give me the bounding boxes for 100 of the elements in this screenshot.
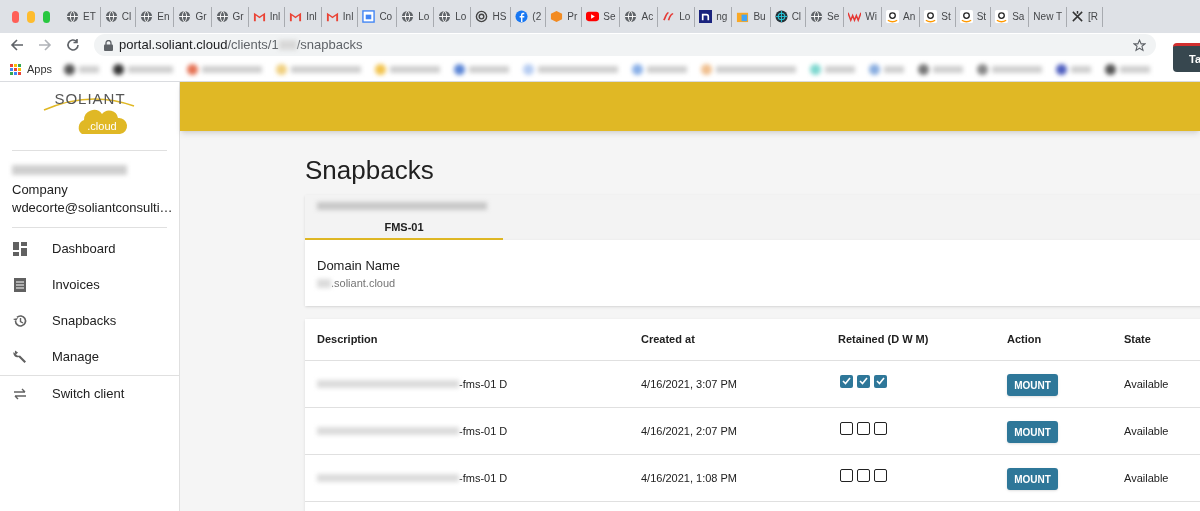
spiral-icon <box>475 10 489 23</box>
column-header: Created at <box>641 332 695 348</box>
blurred-bookmark[interactable] <box>1105 63 1151 75</box>
globe-icon <box>178 10 192 23</box>
column-header: Description <box>317 332 378 348</box>
cube-icon <box>550 10 564 23</box>
browser-tab[interactable]: Se <box>806 6 845 27</box>
browser-tab[interactable]: Pr <box>546 6 583 27</box>
retained-checkbox[interactable] <box>874 421 887 435</box>
history-icon <box>12 313 28 329</box>
close-window-icon[interactable] <box>12 10 20 23</box>
browser-tab[interactable]: Sa <box>991 6 1030 27</box>
description-cell-text: -fms-01 D <box>459 470 508 486</box>
blurred-text <box>278 40 297 50</box>
browser-tab[interactable]: New T <box>1029 6 1068 27</box>
retained-checkbox[interactable] <box>874 468 887 482</box>
facebook-icon <box>515 10 529 23</box>
browser-tab[interactable]: Inl <box>321 6 359 27</box>
dashboard-icon <box>12 241 28 257</box>
browser-tab[interactable]: ng <box>695 6 733 27</box>
url-text: portal.soliant.cloud <box>119 36 228 55</box>
blurred-text <box>317 278 331 288</box>
apps-bookmark[interactable]: Apps <box>10 60 53 78</box>
w-letter-icon <box>848 10 862 23</box>
column-header: State <box>1124 332 1151 348</box>
url-text: /snapbacks <box>296 36 363 55</box>
browser-tab[interactable]: Wi <box>844 6 882 27</box>
amazon-icon <box>924 10 938 23</box>
browser-tab[interactable]: Lo <box>397 6 435 27</box>
column-header: Retained (D W M) <box>838 332 929 348</box>
browser-tab[interactable]: Se <box>582 6 621 27</box>
retained-checkbox[interactable] <box>857 468 870 482</box>
globe-icon <box>810 10 824 23</box>
browser-tab[interactable]: Gr <box>174 6 212 27</box>
mount-button[interactable]: MOUNT <box>1007 468 1058 491</box>
tool-icon <box>1071 10 1085 23</box>
browser-tab[interactable]: HS <box>471 6 512 27</box>
browser-tab[interactable]: An <box>882 6 921 27</box>
globe-icon <box>104 10 118 23</box>
amazon-icon <box>959 10 973 23</box>
state-cell-text: Available <box>1124 423 1169 439</box>
globe-icon <box>215 10 229 23</box>
address-bar[interactable]: portal.soliant.cloud/clients/1 /snapbacks <box>94 34 1156 56</box>
domain-value: .soliant.cloud <box>331 276 396 291</box>
retained-checkbox[interactable] <box>840 468 853 482</box>
retained-checkbox[interactable] <box>874 374 887 388</box>
reload-icon[interactable] <box>66 38 80 52</box>
browser-tab[interactable]: Co <box>358 6 398 27</box>
description-cell-text: -fms-01 D <box>459 423 508 439</box>
page-title: Snapbacks <box>305 155 435 187</box>
domain-label: Domain Name <box>317 258 401 274</box>
amazon-icon <box>995 10 1009 23</box>
created-at-cell-text: 4/16/2021, 2:07 PM <box>641 423 737 439</box>
browser-tab[interactable]: ET <box>62 6 101 27</box>
browser-tab[interactable]: St <box>955 6 992 27</box>
letter-n-icon <box>699 10 713 23</box>
state-cell-text: Available <box>1124 470 1169 486</box>
description-cell-text: -fms-01 D <box>459 376 508 392</box>
list-document-icon <box>12 277 28 293</box>
browser-tab[interactable]: (2 <box>511 6 547 27</box>
browser-tab[interactable]: En <box>136 6 175 27</box>
box-icon <box>736 10 750 23</box>
apps-grid-icon <box>10 63 21 75</box>
browser-tab[interactable]: Lo <box>434 6 472 27</box>
play-icon <box>586 10 600 23</box>
blurred-bookmark[interactable] <box>918 63 964 75</box>
blurred-bookmark[interactable] <box>1056 63 1092 75</box>
retained-checkbox[interactable] <box>840 421 853 435</box>
retained-checkbox[interactable] <box>857 374 870 388</box>
browser-tab[interactable]: Gr <box>211 6 249 27</box>
browser-tab[interactable]: Inl <box>285 6 322 27</box>
blurred-bookmark[interactable] <box>113 63 174 75</box>
mail-icon <box>289 10 303 23</box>
browser-tab[interactable]: Bu <box>732 6 771 27</box>
script-letter-icon <box>662 10 676 23</box>
state-cell-text: Available <box>1124 376 1169 392</box>
browser-tab[interactable]: Ac <box>620 6 659 27</box>
blurred-bookmark[interactable] <box>64 63 100 75</box>
browser-tab[interactable]: St <box>920 6 956 27</box>
globe-icon <box>438 10 452 23</box>
created-at-cell-text: 4/16/2021, 1:08 PM <box>641 470 737 486</box>
created-at-cell-text: 4/16/2021, 3:07 PM <box>641 376 737 392</box>
column-header: Action <box>1007 332 1042 348</box>
browser-tab[interactable]: [R <box>1067 6 1104 27</box>
mail-icon <box>325 10 339 23</box>
back-arrow-icon[interactable] <box>10 38 24 52</box>
browser-tab[interactable]: Cl <box>100 6 137 27</box>
retained-checkbox[interactable] <box>840 374 853 388</box>
browser-tab[interactable]: Lo <box>658 6 696 27</box>
lock-icon <box>104 39 113 51</box>
company-label: Company <box>12 181 69 199</box>
crosshair-icon <box>774 10 788 23</box>
star-icon[interactable] <box>1133 38 1146 52</box>
amazon-icon <box>886 10 899 23</box>
globe-icon <box>66 10 79 23</box>
retained-checkbox[interactable] <box>857 421 870 435</box>
mount-button[interactable]: MOUNT <box>1007 421 1058 444</box>
browser-tab[interactable]: Cl <box>770 6 807 27</box>
browser-tab[interactable]: Inl <box>248 6 286 27</box>
mount-button[interactable]: MOUNT <box>1007 374 1058 397</box>
